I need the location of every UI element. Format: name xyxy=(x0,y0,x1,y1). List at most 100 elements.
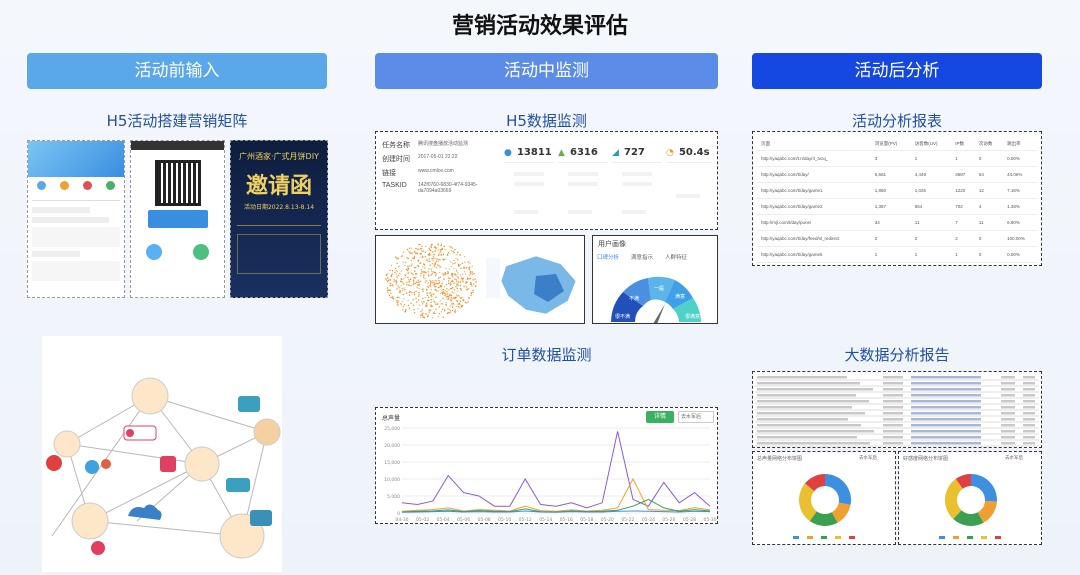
legend-swatch xyxy=(849,536,855,539)
scatter-point xyxy=(443,245,445,248)
scatter-point xyxy=(440,243,443,245)
scatter-point xyxy=(422,271,424,273)
scatter-point xyxy=(437,277,440,279)
scatter-point xyxy=(457,284,459,286)
donut-slice xyxy=(971,474,997,502)
scatter-point xyxy=(418,293,420,296)
section-order: 订单数据监测 xyxy=(501,346,592,364)
table-cell: 0 xyxy=(974,150,1004,167)
scatter-point xyxy=(471,273,474,275)
table-text-block xyxy=(1023,442,1035,445)
x-tick-label: 05-28 xyxy=(683,517,696,523)
scatter-point xyxy=(430,301,432,303)
table-cell: 4,449 xyxy=(910,166,952,183)
scatter-point xyxy=(435,260,438,263)
scatter-point xyxy=(404,264,406,267)
scatter-point xyxy=(387,289,390,291)
scatter-point xyxy=(402,251,405,253)
scatter-point xyxy=(399,290,401,292)
order-chart-panel: 总声量 详情 去水军后 25,000 20,000 15,000 10,000 5,00… xyxy=(375,407,718,524)
table-text-block xyxy=(1001,400,1015,403)
gear-icon xyxy=(101,459,111,469)
scatter-point xyxy=(419,252,421,255)
table-cell: 12 xyxy=(974,182,1004,199)
scatter-point xyxy=(405,276,407,279)
scatter-point xyxy=(402,306,404,308)
scatter-point xyxy=(417,264,419,267)
person-avatar-icon xyxy=(71,502,109,540)
scatter-point xyxy=(461,306,463,308)
section-h5-monitor: H5数据监测 xyxy=(506,112,587,130)
scatter-point xyxy=(433,281,435,283)
donut-select[interactable]: 去水军后 xyxy=(859,455,877,461)
scatter-point xyxy=(428,258,430,260)
table-cell: http://yaqabc.com/t/day/game5 xyxy=(757,246,871,263)
section-bigdata: 大数据分析报告 xyxy=(844,346,950,364)
table-text-block xyxy=(757,382,860,385)
persona-tab[interactable]: 人群特征 xyxy=(665,253,687,261)
table-text-block xyxy=(1001,376,1015,379)
scatter-point xyxy=(401,309,404,311)
scatter-point xyxy=(421,315,424,317)
scatter-point xyxy=(401,300,404,303)
scatter-point xyxy=(401,289,404,292)
invitation-line1: 广州酒家·广式月饼DIY xyxy=(239,152,319,161)
scatter-point xyxy=(454,262,457,264)
table-cell: 1 xyxy=(910,246,952,263)
scatter-point xyxy=(433,271,436,274)
table-cell: 1,387 xyxy=(870,198,911,215)
scatter-point xyxy=(420,270,423,273)
scatter-point xyxy=(427,271,429,273)
scatter-point xyxy=(398,265,400,268)
scatter-point xyxy=(420,250,423,252)
scatter-point xyxy=(419,243,421,246)
scatter-point xyxy=(437,316,440,318)
scatter-point xyxy=(446,295,449,298)
tab-post-activity[interactable]: 活动后分析 xyxy=(752,53,1042,89)
bigdata-table-graphic xyxy=(755,376,1039,447)
table-cell: 0 xyxy=(974,246,1004,263)
tab-pre-activity[interactable]: 活动前输入 xyxy=(27,53,327,89)
scatter-point xyxy=(429,254,432,256)
scatter-point xyxy=(446,288,448,290)
scatter-point xyxy=(444,310,446,312)
scatter-point xyxy=(425,280,428,283)
table-text-block xyxy=(757,394,856,397)
scatter-point xyxy=(404,288,406,291)
scatter-point xyxy=(465,302,467,304)
scatter-point xyxy=(440,253,443,255)
play-icon xyxy=(46,455,62,471)
chat-bubble-icon xyxy=(226,478,250,492)
legend-swatch xyxy=(835,536,841,539)
relation-network xyxy=(46,377,281,559)
scatter-point xyxy=(451,274,453,276)
persona-tab[interactable]: 口碑分析 xyxy=(597,253,619,261)
scatter-point xyxy=(455,270,458,272)
clock-icon: ◔ xyxy=(666,148,674,158)
y-tick-label: 15,000 xyxy=(384,460,400,466)
scatter-point xyxy=(434,246,437,248)
scatter-point xyxy=(434,249,437,251)
scatter-point xyxy=(434,262,437,264)
persona-tab[interactable]: 满意指示 xyxy=(631,253,653,261)
table-link-block xyxy=(911,436,981,439)
scatter-point xyxy=(406,265,409,268)
scatter-point xyxy=(447,293,449,295)
scatter-point xyxy=(463,256,466,258)
scatter-point xyxy=(440,249,443,251)
scatter-point xyxy=(411,292,413,294)
scatter-map-graphic xyxy=(384,243,577,319)
tab-during-activity[interactable]: 活动中监测 xyxy=(375,53,718,89)
scatter-point xyxy=(428,311,430,314)
scatter-point xyxy=(449,246,451,248)
table-link-block xyxy=(911,430,981,433)
donut-select[interactable]: 去水军后 xyxy=(1005,455,1023,461)
scatter-point xyxy=(410,259,413,262)
scatter-point xyxy=(441,247,444,250)
donut-title: 好感度网络分布饼图 xyxy=(903,456,949,462)
scatter-point xyxy=(436,283,438,285)
scatter-point xyxy=(437,282,439,285)
scatter-point xyxy=(436,258,438,260)
thumbs-up-icon xyxy=(238,396,260,412)
scatter-point xyxy=(422,256,424,259)
